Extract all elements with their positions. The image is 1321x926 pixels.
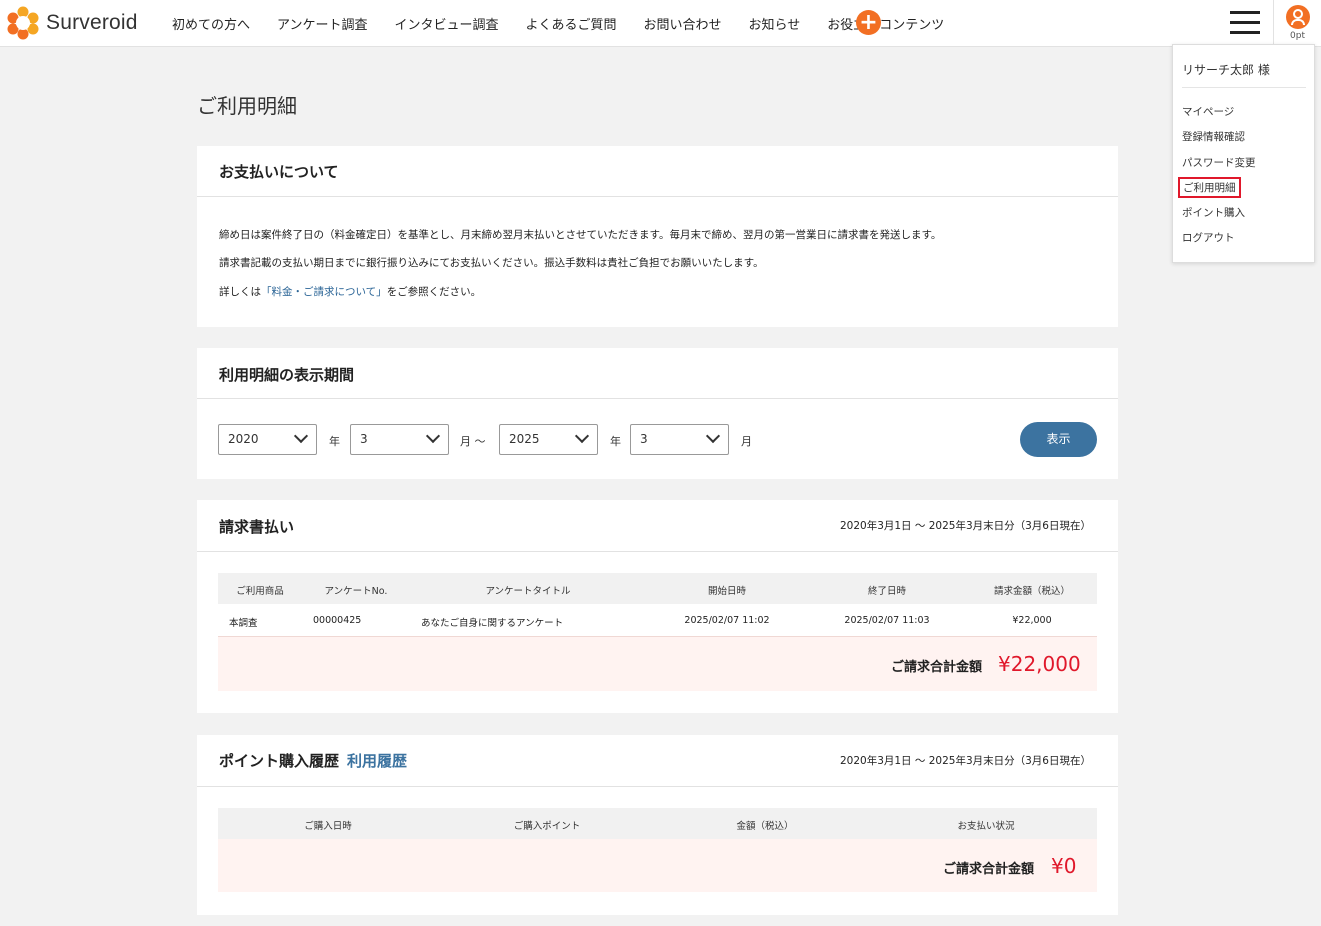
table-header: ご購入日時 ご購入ポイント 金額（税込） お支払い状況 <box>218 808 1097 839</box>
chevron-down-icon <box>425 428 441 444</box>
cell-end-date: 2025/02/07 11:03 <box>844 615 930 626</box>
points-history-card: ポイント購入履歴 利用履歴 2020年3月1日 〜 2025年3月末日分（3月6… <box>197 735 1118 915</box>
to-month-select[interactable]: 3 <box>630 424 729 455</box>
main-nav: 初めての方へ アンケート調査 インタビュー調査 よくあるご質問 お問い合わせ お… <box>172 14 971 33</box>
nav-faq[interactable]: よくあるご質問 <box>526 14 617 33</box>
usage-history-link[interactable]: 利用履歴 <box>347 750 407 771</box>
col-survey-title: アンケートタイトル <box>485 586 571 597</box>
hamburger-menu-icon[interactable] <box>1230 11 1260 35</box>
col-amount: 金額（税込） <box>736 821 794 832</box>
payment-info-card: お支払いについて 締め日は案件終了日の（料金確定日）を基準とし、月末締め翌月末払… <box>197 146 1118 327</box>
cell-start-date: 2025/02/07 11:02 <box>684 615 770 626</box>
cell-amount: ¥22,000 <box>1012 615 1052 626</box>
col-purchase-points: ご購入ポイント <box>513 821 581 832</box>
col-purchase-date: ご購入日時 <box>304 821 352 832</box>
card-header: お支払いについて <box>197 146 1118 197</box>
col-amount: 請求金額（税込） <box>993 586 1071 597</box>
menu-user-name: リサーチ太郎 様 <box>1182 63 1270 77</box>
points-history-title: ポイント購入履歴 <box>219 752 340 770</box>
chevron-down-icon <box>574 428 590 444</box>
user-icon <box>1285 5 1310 29</box>
menu-item-buy-points[interactable]: ポイント購入 <box>1182 205 1245 220</box>
menu-item-logout[interactable]: ログアウト <box>1182 230 1235 245</box>
year-unit-label: 年 <box>329 435 340 448</box>
chevron-down-icon <box>293 428 309 444</box>
menu-divider <box>1182 87 1306 88</box>
points-period: 2020年3月1日 〜 2025年3月末日分（3月6日現在） <box>839 755 1091 767</box>
table-header: ご利用商品 アンケートNo. アンケートタイトル 開始日時 終了日時 請求金額（… <box>218 573 1097 604</box>
period-card: 利用明細の表示期間 2020 年 3 月 〜 2025 年 3 月 表示 <box>197 348 1118 479</box>
to-year-value: 2025 <box>509 432 540 446</box>
to-year-select[interactable]: 2025 <box>499 424 598 455</box>
invoice-title: 請求書払い <box>219 518 295 536</box>
points-total-row: ご請求合計金額 ¥0 <box>218 839 1097 892</box>
invoice-total-value: ¥22,000 <box>998 652 1081 676</box>
col-payment-status: お支払い状況 <box>957 821 1015 832</box>
month-separator-label: 月 〜 <box>460 435 486 448</box>
invoice-total-row: ご請求合計金額 ¥22,000 <box>218 636 1097 691</box>
user-dropdown-menu: リサーチ太郎 様 マイページ 登録情報確認 パスワード変更 ご利用明細 ポイント… <box>1172 44 1315 263</box>
menu-item-usage-details[interactable]: ご利用明細 <box>1178 177 1241 198</box>
cell-survey-no: 00000425 <box>313 615 362 626</box>
from-year-select[interactable]: 2020 <box>218 424 317 455</box>
notice-suffix: をご参照ください。 <box>386 286 482 298</box>
nav-interview[interactable]: インタビュー調査 <box>395 14 499 33</box>
site-header: Surveroid 初めての方へ アンケート調査 インタビュー調査 よくあるご質… <box>0 0 1321 47</box>
menu-item-mypage[interactable]: マイページ <box>1182 104 1234 119</box>
page-title: ご利用明細 <box>197 94 297 118</box>
points-total-value: ¥0 <box>1051 854 1077 878</box>
to-month-value: 3 <box>640 432 648 446</box>
logo[interactable]: Surveroid <box>6 6 138 40</box>
col-product: ご利用商品 <box>236 586 284 597</box>
payment-info-title: お支払いについて <box>219 163 339 181</box>
payment-notice-line2: 請求書記載の支払い期日までに銀行振り込みにてお支払いください。振込手数料は貴社ご… <box>219 257 764 269</box>
payment-notice-line1: 締め日は案件終了日の（料金確定日）を基準とし、月末締め翌月末払いとさせていただき… <box>219 229 942 241</box>
show-button[interactable]: 表示 <box>1020 422 1097 457</box>
logo-text: Surveroid <box>46 11 138 34</box>
from-year-value: 2020 <box>228 432 259 446</box>
from-month-select[interactable]: 3 <box>350 424 449 455</box>
user-account-button[interactable]: 0pt <box>1273 0 1321 47</box>
card-header: 請求書払い 2020年3月1日 〜 2025年3月末日分（3月6日現在） <box>197 500 1118 552</box>
nav-news[interactable]: お知らせ <box>749 14 801 33</box>
points-balance: 0pt <box>1290 31 1305 41</box>
pricing-billing-link[interactable]: 「料金・ご請求について」 <box>261 286 387 298</box>
year-unit-label: 年 <box>610 435 621 448</box>
cell-survey-title: あなたご自身に関するアンケート <box>421 618 564 629</box>
col-end-date: 終了日時 <box>867 586 907 597</box>
menu-item-registration[interactable]: 登録情報確認 <box>1182 129 1245 144</box>
cell-product: 本調査 <box>229 618 258 629</box>
col-start-date: 開始日時 <box>707 586 747 597</box>
chevron-down-icon <box>705 428 721 444</box>
card-header: 利用明細の表示期間 <box>197 348 1118 399</box>
nav-beginners[interactable]: 初めての方へ <box>172 14 250 33</box>
month-unit-label: 月 <box>741 435 752 448</box>
nav-contact[interactable]: お問い合わせ <box>644 14 722 33</box>
invoice-table: ご利用商品 アンケートNo. アンケートタイトル 開始日時 終了日時 請求金額（… <box>218 573 1097 691</box>
invoice-card: 請求書払い 2020年3月1日 〜 2025年3月末日分（3月6日現在） ご利用… <box>197 500 1118 713</box>
from-month-value: 3 <box>360 432 368 446</box>
plus-icon[interactable]: + <box>856 10 881 35</box>
points-total-label: ご請求合計金額 <box>943 862 1035 877</box>
period-title: 利用明細の表示期間 <box>219 366 355 384</box>
menu-item-password[interactable]: パスワード変更 <box>1182 155 1256 170</box>
card-header: ポイント購入履歴 利用履歴 2020年3月1日 〜 2025年3月末日分（3月6… <box>197 735 1118 787</box>
payment-notice-line3: 詳しくは「料金・ご請求について」をご参照ください。 <box>219 284 481 299</box>
notice-prefix: 詳しくは <box>219 286 261 298</box>
nav-useful-contents[interactable]: お役立ちコンテンツ <box>827 14 944 33</box>
invoice-period: 2020年3月1日 〜 2025年3月末日分（3月6日現在） <box>839 520 1091 532</box>
invoice-total-label: ご請求合計金額 <box>891 660 983 675</box>
logo-mark-icon <box>7 6 39 40</box>
col-survey-no: アンケートNo. <box>324 586 388 597</box>
nav-survey[interactable]: アンケート調査 <box>277 14 367 33</box>
points-table: ご購入日時 ご購入ポイント 金額（税込） お支払い状況 ご請求合計金額 ¥0 <box>218 808 1097 892</box>
